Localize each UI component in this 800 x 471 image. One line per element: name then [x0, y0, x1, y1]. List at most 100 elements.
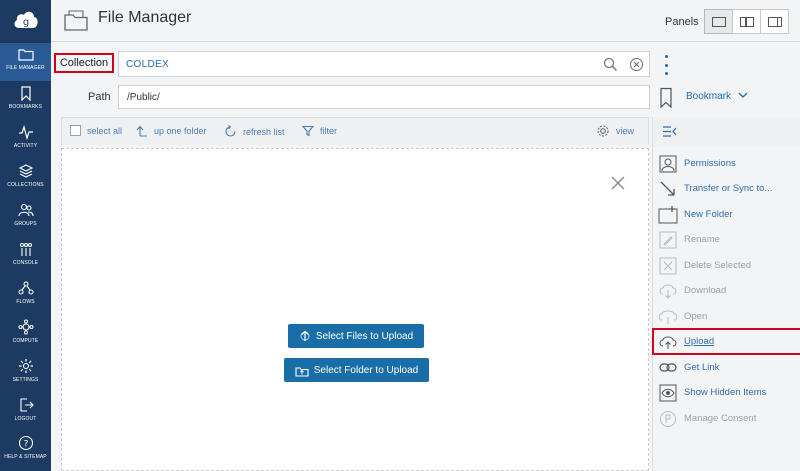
compute-icon	[18, 319, 33, 335]
action-permissions[interactable]: Permissions	[653, 151, 800, 176]
refresh-list-label: refresh list	[243, 126, 285, 137]
nav-label: FLOWS	[16, 299, 35, 305]
nav-item-compute[interactable]: COMPUTE	[0, 316, 51, 354]
actions-panel: Permissions Transfer or Sync to... New F…	[652, 147, 800, 471]
logout-icon	[19, 398, 34, 412]
panel-layout-group	[704, 9, 789, 34]
select-folder-label: Select Folder to Upload	[313, 364, 419, 376]
filter-button[interactable]: filter	[302, 125, 337, 137]
dual-panel-icon	[739, 16, 754, 27]
action-label: Download	[684, 285, 727, 296]
settings-icon	[18, 359, 33, 373]
bookmark-label: Bookmark	[686, 91, 732, 102]
eye-icon	[658, 384, 678, 402]
clear-icon[interactable]	[629, 57, 644, 77]
path-value: /Public/	[127, 92, 160, 103]
groups-icon	[17, 203, 34, 217]
refresh-list-button[interactable]: refresh list	[224, 125, 285, 138]
nav-label: HELP & SITEMAP	[4, 454, 47, 460]
app: g FILE MANAGER BOOKMARKS ACTIVITY COLLEC…	[0, 0, 800, 471]
select-files-button[interactable]: Select Files to Upload	[288, 324, 424, 348]
file-manager-icon	[63, 8, 89, 37]
dual-panel-button[interactable]	[732, 9, 761, 34]
single-panel-icon	[711, 16, 726, 27]
action-delete-selected[interactable]: Delete Selected	[653, 253, 800, 278]
nav-item-logout[interactable]: LOGOUT	[0, 394, 51, 432]
action-get-link[interactable]: Get Link	[653, 355, 800, 380]
select-all-label: select all	[87, 125, 123, 136]
action-label: Show Hidden Items	[684, 387, 767, 398]
nav-label: BOOKMARKS	[8, 104, 43, 110]
nav-item-collections[interactable]: COLLECTIONS	[0, 160, 51, 198]
up-one-folder-label: up one folder	[154, 126, 207, 136]
console-icon	[19, 243, 32, 256]
collection-input[interactable]: COLDEX	[118, 51, 650, 77]
collection-label: Collection	[54, 53, 114, 73]
help-icon: ?	[18, 435, 33, 451]
svg-text:?: ?	[23, 440, 28, 450]
page-title: File Manager	[98, 9, 192, 26]
upload-folder-icon	[295, 366, 309, 377]
nav-label: GROUPS	[14, 221, 37, 227]
action-label: Manage Consent	[684, 413, 757, 424]
download-icon	[658, 282, 678, 300]
upload-file-icon	[300, 330, 310, 341]
select-folder-button[interactable]: Select Folder to Upload	[284, 358, 429, 382]
upload-drop-area[interactable]: Select Files to Upload Select Folder to …	[61, 148, 649, 471]
action-open[interactable]: Open	[653, 304, 800, 329]
action-show-hidden[interactable]: Show Hidden Items	[653, 380, 800, 405]
left-nav: g FILE MANAGER BOOKMARKS ACTIVITY COLLEC…	[0, 0, 51, 471]
nav-item-settings[interactable]: SETTINGS	[0, 355, 51, 393]
nav-item-help[interactable]: ? HELP & SITEMAP	[0, 432, 51, 470]
more-options-icon[interactable]	[663, 55, 669, 75]
nav-item-flows[interactable]: FLOWS	[0, 277, 51, 315]
globus-logo[interactable]: g	[0, 0, 51, 40]
nav-item-groups[interactable]: GROUPS	[0, 199, 51, 237]
path-input[interactable]: /Public/	[118, 85, 650, 109]
collections-icon	[18, 164, 33, 178]
nav-item-bookmarks[interactable]: BOOKMARKS	[0, 82, 51, 120]
action-label: Upload	[684, 336, 715, 347]
action-manage-consent[interactable]: Manage Consent	[653, 406, 800, 431]
nav-item-activity[interactable]: ACTIVITY	[0, 121, 51, 159]
action-new-folder[interactable]: New Folder	[653, 202, 800, 227]
filter-icon	[302, 125, 314, 137]
bookmark-icon[interactable]	[659, 87, 673, 114]
svg-text:g: g	[22, 17, 28, 28]
nav-item-console[interactable]: CONSOLE	[0, 238, 51, 276]
side-panel-button[interactable]	[760, 9, 789, 34]
up-one-folder-button[interactable]: up one folder	[136, 125, 207, 137]
view-button[interactable]: view	[596, 124, 634, 138]
nav-label: ACTIVITY	[13, 143, 38, 149]
file-toolbar: select all up one folder refresh list fi…	[61, 117, 649, 145]
action-download[interactable]: Download	[653, 278, 800, 303]
refresh-icon	[225, 125, 236, 137]
action-transfer[interactable]: Transfer or Sync to...	[653, 176, 800, 201]
new-folder-icon	[658, 205, 678, 223]
up-folder-icon	[136, 125, 147, 137]
action-label: Rename	[684, 234, 720, 245]
nav-label: CONSOLE	[12, 260, 39, 266]
open-icon	[658, 308, 678, 326]
chevron-down-icon	[738, 92, 748, 98]
action-label: Permissions	[684, 158, 736, 169]
close-icon[interactable]	[610, 175, 626, 196]
side-panel-icon	[767, 16, 782, 27]
nav-item-file-manager[interactable]: FILE MANAGER	[0, 43, 51, 81]
bookmark-dropdown[interactable]: Bookmark	[686, 91, 748, 102]
nav-label: COMPUTE	[12, 338, 39, 344]
action-upload[interactable]: Upload	[652, 328, 800, 355]
collapse-panel-icon[interactable]	[662, 125, 678, 143]
gear-icon	[597, 125, 609, 137]
action-label: Get Link	[684, 362, 720, 373]
single-panel-button[interactable]	[704, 9, 733, 34]
select-all-checkbox[interactable]: select all	[70, 125, 122, 136]
action-rename[interactable]: Rename	[653, 227, 800, 252]
panels-label: Panels	[665, 16, 699, 28]
filter-label: filter	[320, 126, 338, 136]
collection-value: COLDEX	[126, 59, 169, 70]
folder-icon	[17, 49, 34, 61]
transfer-icon	[658, 180, 678, 198]
nav-label: SETTINGS	[12, 377, 39, 383]
search-icon[interactable]	[603, 57, 618, 77]
